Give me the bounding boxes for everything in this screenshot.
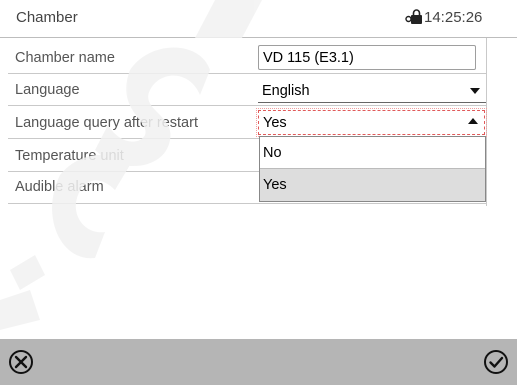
lock-key-icon <box>405 9 422 24</box>
row-label-language: Language <box>15 82 80 98</box>
chevron-down-icon <box>470 88 480 94</box>
row-label-language-query: Language query after restart <box>15 115 198 131</box>
page-title: Chamber <box>16 9 78 26</box>
dropdown-option-yes[interactable]: Yes <box>260 169 485 201</box>
language-query-select[interactable]: Yes <box>256 108 487 137</box>
option-label: Yes <box>263 177 287 193</box>
cancel-circle-x-icon[interactable] <box>8 349 34 375</box>
header-bar: Chamber 14:25:26 <box>0 0 517 38</box>
row-divider <box>8 73 486 74</box>
option-label: No <box>263 145 282 161</box>
row-label-temperature-unit: Temperature unit <box>15 148 124 164</box>
column-divider <box>486 38 487 206</box>
row-divider <box>8 203 486 204</box>
row-label-audible-alarm: Audible alarm <box>15 179 104 195</box>
language-select[interactable]: English <box>258 80 486 103</box>
select-underline <box>258 102 486 103</box>
language-value: English <box>262 83 310 99</box>
footer-bar <box>0 339 517 385</box>
dropdown-option-no[interactable]: No <box>260 137 485 169</box>
row-divider <box>8 105 486 106</box>
chamber-name-value: VD 115 (E3.1) <box>263 50 354 66</box>
chevron-up-icon <box>468 118 478 124</box>
clock-time: 14:25:26 <box>424 9 483 26</box>
language-query-dropdown: No Yes <box>259 136 486 202</box>
row-label-chamber-name: Chamber name <box>15 50 115 66</box>
confirm-circle-check-icon[interactable] <box>483 349 509 375</box>
settings-screen: Chamber 14:25:26 Chamber name Language L… <box>0 0 517 385</box>
chamber-name-input[interactable]: VD 115 (E3.1) <box>258 45 476 70</box>
language-query-value: Yes <box>263 115 287 131</box>
